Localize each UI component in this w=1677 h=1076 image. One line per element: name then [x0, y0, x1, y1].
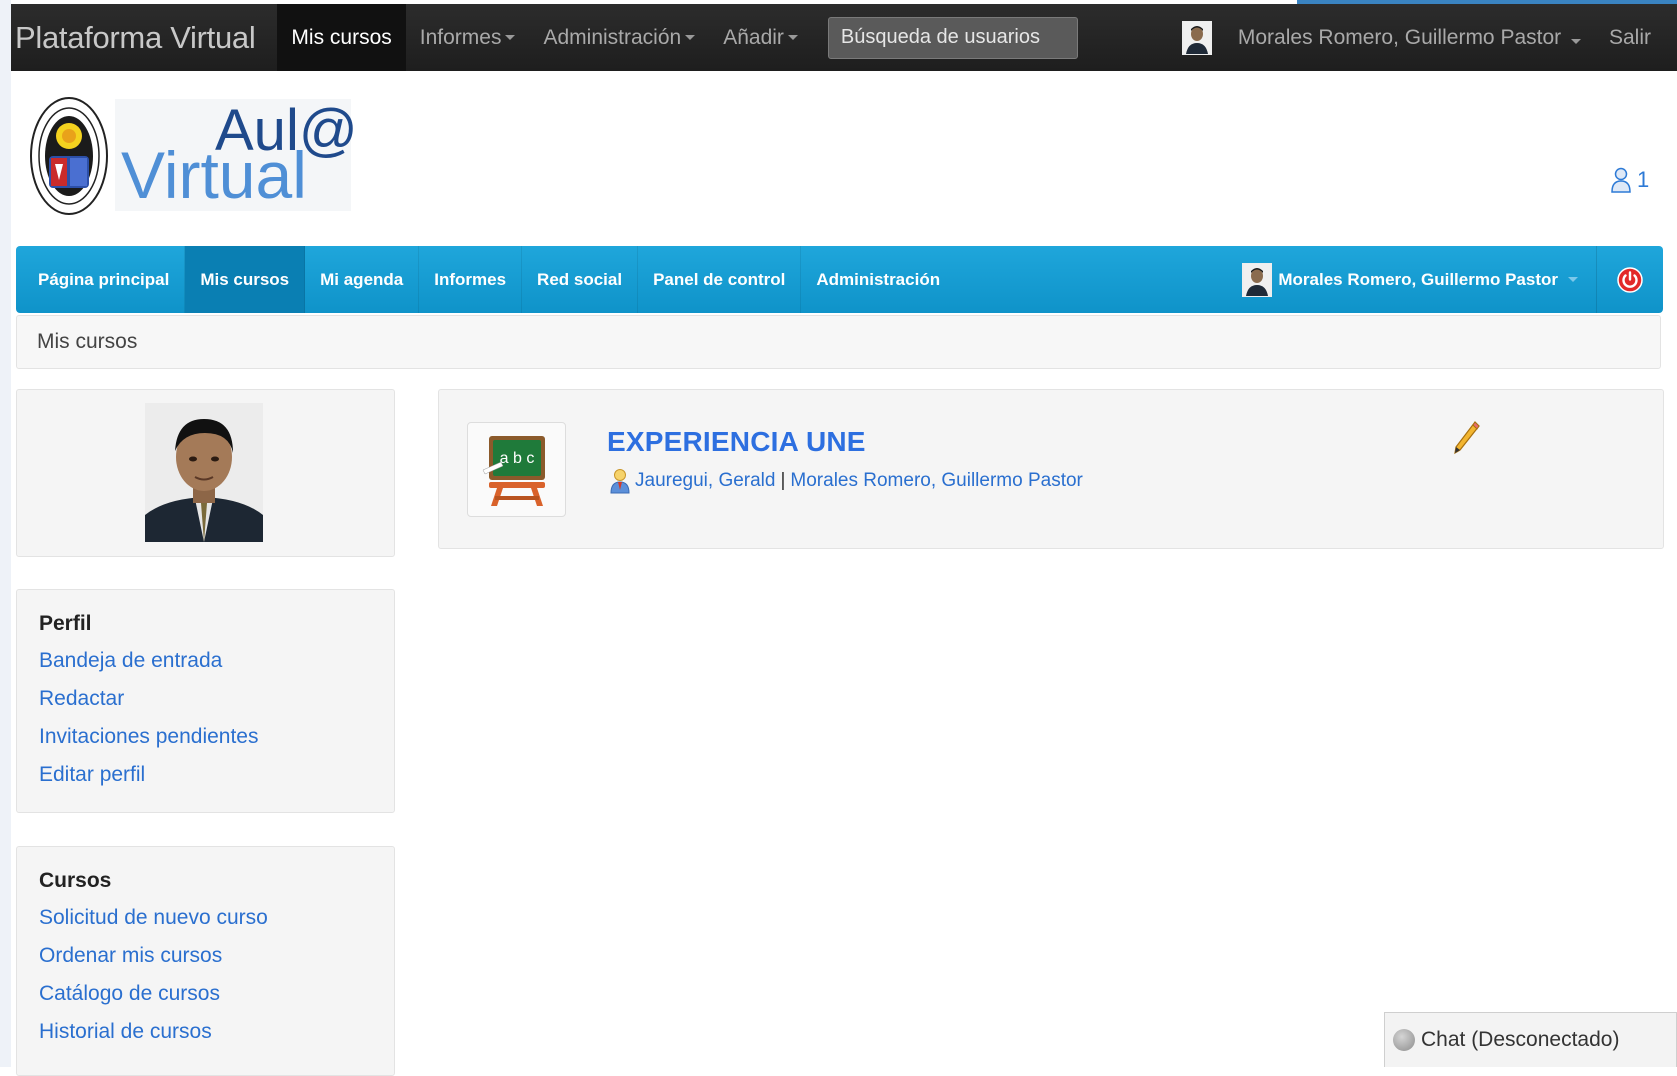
power-button[interactable] — [1597, 246, 1663, 313]
link-redactar[interactable]: Redactar — [39, 687, 372, 711]
top-nav-label: Informes — [419, 25, 502, 49]
nav-mi-agenda[interactable]: Mi agenda — [305, 246, 420, 313]
caret-down-icon — [505, 35, 516, 40]
top-nav-administracion[interactable]: Administración — [529, 4, 709, 71]
top-user-name: Morales Romero, Guillermo Pastor — [1237, 25, 1562, 49]
teacher-icon — [610, 469, 630, 494]
teacher-link-jauregui[interactable]: Jauregui, Gerald — [635, 470, 775, 492]
course-title-link[interactable]: EXPERIENCIA UNE — [607, 426, 866, 458]
link-solicitud-nuevo-curso[interactable]: Solicitud de nuevo curso — [39, 906, 372, 930]
top-nav-label: Administración — [543, 25, 682, 49]
aula-virtual-logo[interactable]: Aul@ Virtual — [115, 98, 358, 212]
notifications-indicator[interactable]: 1 — [1611, 167, 1649, 193]
chat-bar[interactable]: Chat (Desconectado) — [1384, 1012, 1677, 1067]
university-seal-icon — [30, 97, 108, 215]
user-avatar-icon[interactable] — [1181, 20, 1212, 55]
top-nav-mis-cursos[interactable]: Mis cursos — [277, 4, 406, 71]
nav-pagina-principal[interactable]: Página principal — [16, 246, 186, 313]
link-invitaciones-pendientes[interactable]: Invitaciones pendientes — [39, 725, 372, 749]
logout-link[interactable]: Salir — [1595, 26, 1677, 50]
link-ordenar-mis-cursos[interactable]: Ordenar mis cursos — [39, 944, 372, 968]
nav-panel-de-control[interactable]: Panel de control — [638, 246, 802, 313]
link-historial-de-cursos[interactable]: Historial de cursos — [39, 1020, 372, 1044]
caret-down-icon — [1568, 277, 1578, 282]
breadcrumb: Mis cursos — [16, 315, 1661, 369]
link-editar-perfil[interactable]: Editar perfil — [39, 763, 372, 787]
caret-down-icon — [787, 35, 798, 40]
profile-photo-panel — [16, 389, 395, 557]
top-nav-label: Mis cursos — [291, 25, 392, 49]
top-nav-anadir[interactable]: Añadir — [709, 4, 812, 71]
nav-informes[interactable]: Informes — [419, 246, 523, 313]
logo-text-bottom: Virtual — [121, 138, 307, 212]
edit-pencil-icon[interactable] — [1451, 420, 1481, 458]
top-navbar: Plataforma Virtual Mis cursos Informes A… — [11, 4, 1677, 71]
link-bandeja-de-entrada[interactable]: Bandeja de entrada — [39, 649, 372, 673]
courses-menu-panel: Cursos Solicitud de nuevo curso Ordenar … — [16, 846, 395, 1076]
course-thumbnail[interactable]: a b c — [467, 422, 566, 517]
course-card: a b c EXPERIENCIA UNE Jauregui, Gerald |… — [438, 389, 1664, 549]
breadcrumb-current: Mis cursos — [37, 330, 138, 353]
user-icon — [1611, 167, 1631, 193]
link-catalogo-de-cursos[interactable]: Catálogo de cursos — [39, 982, 372, 1006]
chalkboard-icon: a b c — [482, 435, 545, 506]
course-teachers: Jauregui, Gerald | Morales Romero, Guill… — [609, 468, 1083, 494]
caret-down-icon — [685, 35, 696, 40]
nav-user-menu[interactable]: Morales Romero, Guillermo Pastor — [1230, 246, 1597, 313]
main-navbar: Página principal Mis cursos Mi agenda In… — [16, 246, 1663, 313]
nav-mis-cursos[interactable]: Mis cursos — [185, 246, 306, 313]
profile-photo[interactable] — [145, 403, 263, 542]
desktop-edge — [0, 0, 11, 1067]
notification-count: 1 — [1637, 167, 1650, 192]
power-icon — [1617, 266, 1643, 293]
top-nav-label: Añadir — [723, 25, 784, 49]
chalkboard-text: a b c — [499, 450, 534, 467]
user-avatar-icon — [1242, 262, 1273, 297]
teacher-separator: | — [780, 470, 786, 491]
top-nav-informes[interactable]: Informes — [406, 4, 530, 71]
top-user-area: Morales Romero, Guillermo Pastor Salir — [1181, 4, 1677, 71]
profile-menu-title: Perfil — [39, 612, 92, 635]
caret-down-icon — [1570, 38, 1581, 44]
nav-administracion[interactable]: Administración — [801, 246, 955, 313]
nav-red-social[interactable]: Red social — [522, 246, 639, 313]
offline-status-icon — [1393, 1029, 1415, 1051]
brand-title[interactable]: Plataforma Virtual — [11, 20, 256, 56]
chat-label: Chat (Desconectado) — [1421, 1028, 1620, 1051]
teacher-link-morales[interactable]: Morales Romero, Guillermo Pastor — [790, 470, 1082, 492]
user-search-input[interactable] — [827, 16, 1078, 59]
nav-user-area: Morales Romero, Guillermo Pastor — [1230, 246, 1663, 313]
nav-user-name: Morales Romero, Guillermo Pastor — [1278, 269, 1558, 289]
profile-menu-panel: Perfil Bandeja de entrada Redactar Invit… — [16, 589, 395, 813]
top-user-menu[interactable]: Morales Romero, Guillermo Pastor — [1226, 26, 1595, 50]
courses-menu-title: Cursos — [39, 869, 112, 892]
site-header: Aul@ Virtual 1 — [11, 71, 1677, 246]
